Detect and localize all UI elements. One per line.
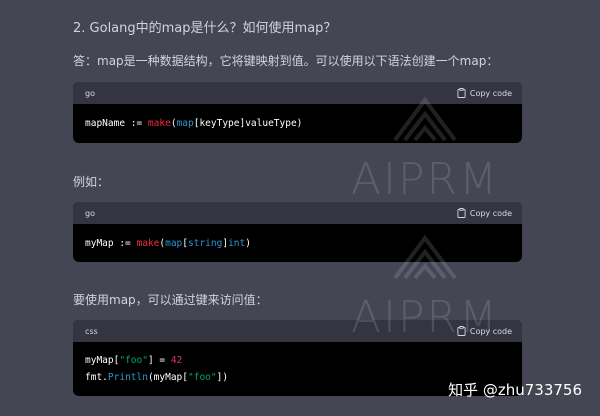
- code-token: int: [228, 237, 246, 249]
- code-header: go Copy code: [73, 202, 522, 224]
- copy-code-button[interactable]: Copy code: [457, 326, 512, 336]
- code-language: go: [85, 208, 95, 218]
- copy-code-label: Copy code: [469, 88, 512, 98]
- code-token: make: [147, 118, 171, 129]
- chat-message: 2. Golang中的map是什么？如何使用map？ 答：map是一种数据结构，…: [0, 0, 600, 416]
- code-body: myMap := make(map[string]int): [73, 224, 522, 262]
- code-token: [keyType]valueType): [193, 118, 303, 129]
- code-header: go Copy code: [73, 82, 522, 104]
- code-token: Println: [107, 372, 148, 383]
- example-label: 例如：: [73, 175, 110, 189]
- code-token: (myMap[: [147, 372, 188, 383]
- code-token: make: [136, 237, 160, 249]
- code-language: css: [85, 326, 98, 336]
- question-number: 2.: [73, 21, 86, 36]
- code-header: css Copy code: [73, 320, 522, 342]
- question-heading: 2. Golang中的map是什么？如何使用map？: [73, 17, 336, 36]
- code-block-1: go Copy code mapName := make(map[keyType…: [73, 82, 522, 143]
- code-block-2: go Copy code myMap := make(map[string]in…: [73, 202, 522, 262]
- code-token: fmt: [85, 372, 103, 383]
- code-body: mapName := make(map[keyType]valueType): [73, 104, 522, 143]
- code-line: mapName := make(map[keyType]valueType): [85, 115, 510, 132]
- copy-code-label: Copy code: [469, 326, 512, 336]
- code-token: string: [188, 237, 223, 249]
- access-label: 要使用map，可以通过键来访问值：: [73, 293, 268, 307]
- code-token: mapName :=: [85, 118, 148, 129]
- code-token: "foo": [119, 355, 148, 366]
- clipboard-icon: [457, 326, 466, 336]
- copy-code-button[interactable]: Copy code: [457, 88, 512, 98]
- zhihu-credit: 知乎 @zhu733756: [448, 381, 582, 399]
- clipboard-icon: [457, 208, 466, 218]
- code-token: map: [176, 118, 194, 129]
- code-token: myMap :=: [85, 237, 137, 249]
- question-text: Golang中的map是什么？如何使用map？: [89, 21, 337, 36]
- code-token: 42: [170, 355, 183, 366]
- code-language: go: [85, 88, 95, 98]
- code-line: fmt.Println(myMap["foo"]): [85, 369, 510, 386]
- code-token: ): [245, 237, 251, 249]
- code-line: myMap := make(map[string]int): [85, 235, 510, 252]
- code-token: "foo": [188, 372, 217, 383]
- code-token: ]): [216, 372, 229, 383]
- answer-intro: 答：map是一种数据结构，它将键映射到值。可以使用以下语法创建一个map：: [73, 54, 499, 68]
- code-token: map: [165, 237, 183, 249]
- watermark-text: AIPRM: [350, 154, 500, 205]
- clipboard-icon: [457, 88, 466, 98]
- copy-code-label: Copy code: [469, 208, 512, 218]
- code-line: myMap["foo"] = 42: [85, 352, 510, 369]
- code-token: myMap[: [85, 355, 120, 366]
- code-token: ] =: [147, 355, 171, 366]
- copy-code-button[interactable]: Copy code: [457, 208, 512, 218]
